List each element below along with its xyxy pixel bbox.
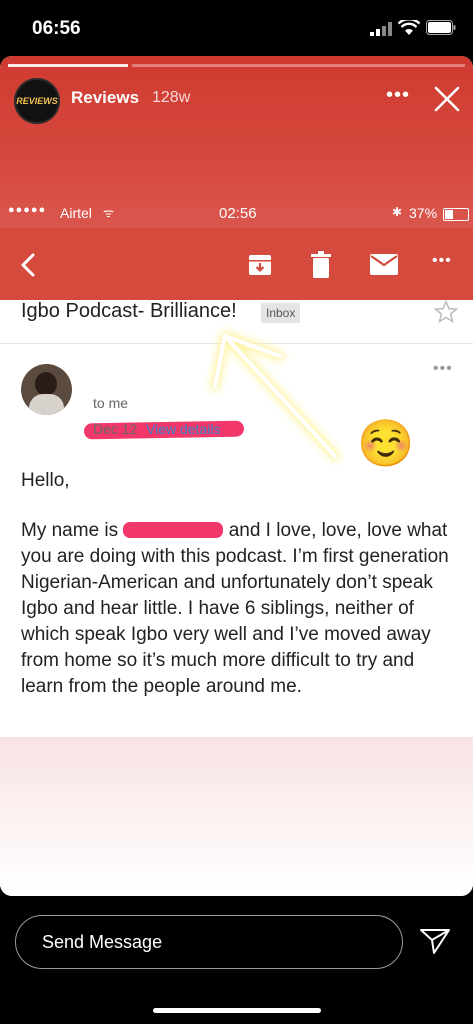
more-options-icon[interactable]: ••• bbox=[386, 84, 410, 107]
back-icon[interactable] bbox=[18, 252, 38, 278]
recipient-label[interactable]: to me bbox=[93, 395, 128, 411]
status-time: 06:56 bbox=[32, 18, 81, 39]
archive-icon[interactable] bbox=[248, 253, 272, 277]
sender-avatar[interactable] bbox=[21, 364, 72, 415]
overflow-menu-icon[interactable]: ••• bbox=[432, 252, 452, 270]
message-more-icon[interactable]: ••• bbox=[433, 360, 453, 378]
delete-icon[interactable] bbox=[311, 251, 331, 278]
battery-percent: 37% bbox=[409, 205, 438, 221]
redacted-name bbox=[123, 522, 224, 538]
account-avatar[interactable]: REVIEWS bbox=[14, 78, 60, 124]
battery-icon bbox=[443, 208, 469, 221]
story-card: REVIEWS Reviews 128w ••• ●●●●● Airtel ᯤ … bbox=[0, 56, 473, 896]
gmail-toolbar: ••• bbox=[0, 228, 473, 300]
send-icon[interactable] bbox=[418, 926, 452, 956]
avatar-body bbox=[29, 394, 64, 415]
avatar-head bbox=[35, 372, 57, 396]
email-greeting: Hello, bbox=[21, 470, 70, 491]
email-body: My name is and I love, love, love what y… bbox=[21, 518, 461, 700]
account-name[interactable]: Reviews bbox=[71, 88, 139, 108]
embedded-time: 02:56 bbox=[219, 205, 257, 222]
story-bottom-gradient bbox=[0, 737, 473, 896]
battery-icon bbox=[426, 20, 456, 35]
body-text-start: My name is bbox=[21, 520, 124, 541]
signal-dots-icon: ●●●●● bbox=[8, 204, 47, 216]
close-icon[interactable] bbox=[432, 84, 462, 114]
bluetooth-icon: ✱ bbox=[392, 205, 403, 219]
body-text-rest: and I love, love, love what you are doin… bbox=[21, 520, 449, 697]
progress-segment bbox=[8, 64, 128, 67]
star-icon[interactable] bbox=[434, 300, 458, 324]
story-progress-bar bbox=[8, 64, 465, 67]
send-message-placeholder: Send Message bbox=[42, 932, 163, 952]
wifi-icon bbox=[398, 20, 420, 35]
cellular-signal-icon bbox=[370, 22, 392, 36]
wifi-icon: ᯤ bbox=[103, 206, 114, 220]
progress-segment bbox=[132, 64, 465, 67]
mail-icon[interactable] bbox=[370, 254, 398, 275]
smiling-emoji-sticker: ☺️ bbox=[357, 417, 415, 469]
story-header-background bbox=[0, 56, 473, 216]
email-date: Dec 12 bbox=[93, 421, 138, 437]
phone-status-bar: 06:56 bbox=[0, 0, 473, 58]
story-age: 128w bbox=[152, 89, 191, 106]
arrow-sticker bbox=[210, 331, 340, 461]
avatar-logo-text: REVIEWS bbox=[16, 96, 58, 106]
home-indicator[interactable] bbox=[153, 1008, 321, 1013]
embedded-status-bar: ●●●●● Airtel ᯤ 02:56 ✱ 37% bbox=[0, 204, 473, 228]
carrier-label: Airtel bbox=[60, 205, 92, 221]
